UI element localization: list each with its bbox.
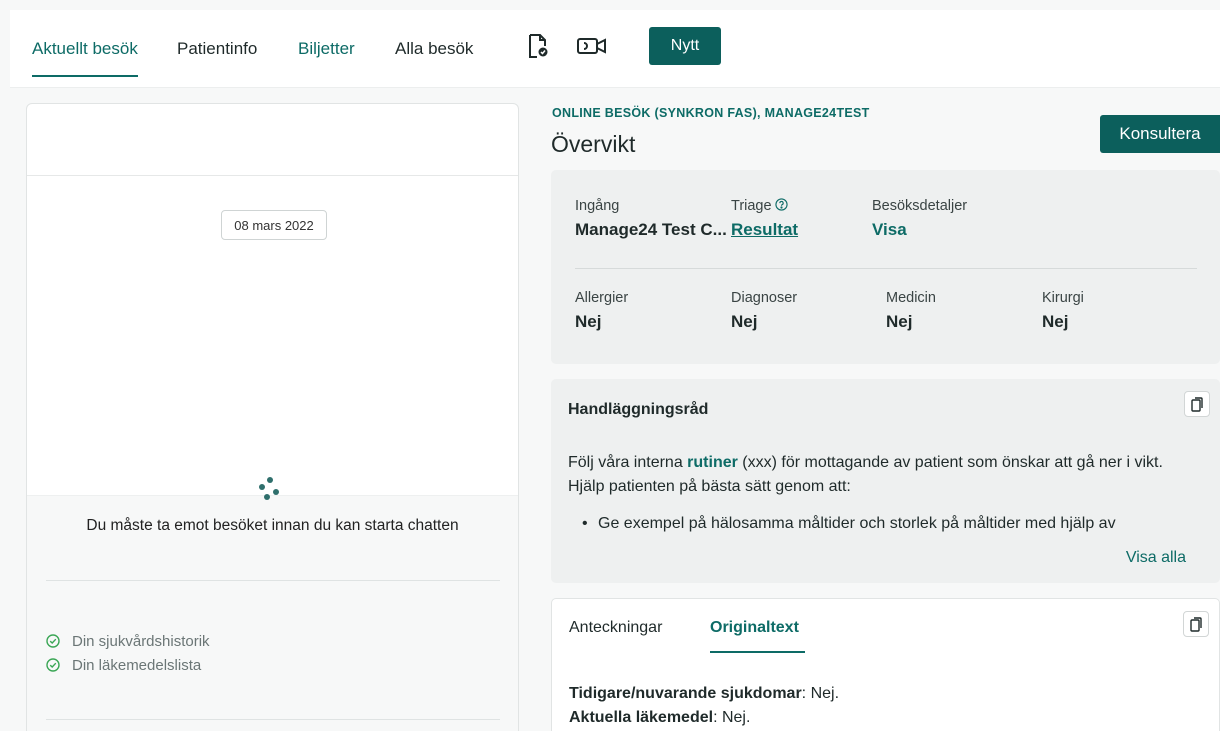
consult-button[interactable]: Konsultera — [1100, 115, 1220, 153]
info-value: Nej — [731, 312, 758, 331]
visit-info-card: Ingång Manage24 Test C... Triage Resulta… — [551, 170, 1220, 364]
info-label-text: Triage — [731, 198, 772, 214]
tab-tickets[interactable]: Biljetter — [298, 10, 355, 88]
check-circle-icon — [46, 658, 60, 672]
advice-text-part: Följ våra interna — [568, 454, 688, 471]
new-button-label: Nytt — [670, 37, 700, 54]
active-tab-indicator — [710, 651, 805, 653]
info-triage: Triage Resultat — [731, 198, 798, 240]
tab-patient-info[interactable]: Patientinfo — [177, 10, 257, 88]
checklist-item: Din läkemedelslista — [46, 653, 210, 677]
info-value: Manage24 Test C... — [575, 220, 727, 239]
divider — [575, 268, 1197, 269]
tab-label: Biljetter — [298, 39, 355, 58]
notes-line: Tidigare/nuvarande sjukdomar: Nej. — [569, 685, 839, 703]
info-visit-details: Besöksdetaljer Visa — [872, 198, 967, 240]
visit-type: ONLINE BESÖK (SYNKRON FAS), MANAGE24TEST — [552, 106, 870, 120]
info-diagnoses: Diagnoser Nej — [731, 290, 797, 332]
info-label: Diagnoser — [731, 290, 798, 306]
copy-icon[interactable] — [1184, 391, 1210, 417]
info-allergies: Allergier Nej — [575, 290, 628, 332]
divider — [46, 580, 500, 581]
tab-label: Alla besök — [395, 39, 474, 58]
chat-panel: 08 mars 2022 Du måste ta emot besöket in… — [26, 103, 519, 731]
notes-key: Aktuella läkemedel — [569, 709, 714, 726]
accept-visit-message: Du måste ta emot besöket innan du kan st… — [86, 517, 459, 534]
info-label: Triage — [731, 198, 798, 214]
info-value: Nej — [575, 312, 602, 331]
checklist-label: Din läkemedelslista — [72, 656, 202, 674]
info-label: Allergier — [575, 290, 629, 306]
notes-value: : Nej. — [801, 685, 840, 702]
routines-link[interactable]: rutiner — [687, 454, 738, 471]
document-check-icon[interactable] — [524, 32, 552, 60]
date-chip: 08 mars 2022 — [221, 210, 327, 240]
copy-icon[interactable] — [1183, 611, 1209, 637]
info-surgery: Kirurgi Nej — [1042, 290, 1084, 332]
checklist: Din sjukvårdshistorik Din läkemedelslist… — [46, 629, 210, 677]
visit-title: Övervikt — [551, 131, 636, 157]
notes-key: Tidigare/nuvarande sjukdomar — [569, 685, 802, 702]
video-camera-icon[interactable] — [575, 32, 609, 60]
divider — [46, 719, 500, 720]
info-medicine: Medicin Nej — [886, 290, 936, 332]
handling-advice-card: Handläggningsråd Följ våra interna rutin… — [551, 379, 1220, 583]
visit-details-link[interactable]: Visa — [872, 220, 967, 240]
info-value: Nej — [1042, 312, 1069, 331]
info-value: Nej — [886, 312, 913, 331]
chat-header — [27, 104, 518, 176]
tab-all-visits[interactable]: Alla besök — [395, 10, 473, 88]
notes-card: Anteckningar Originaltext Tidigare/nuvar… — [551, 598, 1220, 731]
checklist-item: Din sjukvårdshistorik — [46, 629, 210, 653]
advice-bullet: Ge exempel på hälosamma måltider och sto… — [582, 515, 1116, 533]
notes-line: Aktuella läkemedel: Nej. — [569, 709, 750, 727]
tab-label: Aktuellt besök — [32, 39, 138, 58]
info-label: Kirurgi — [1042, 290, 1084, 306]
consult-button-label: Konsultera — [1119, 124, 1201, 143]
info-entry: Ingång Manage24 Test C... — [575, 198, 727, 240]
new-button[interactable]: Nytt — [649, 27, 721, 65]
show-all-link[interactable]: Visa alla — [1126, 549, 1186, 567]
tab-current-visit[interactable]: Aktuellt besök — [32, 10, 138, 88]
tab-original-text[interactable]: Originaltext — [710, 619, 799, 637]
advice-title: Handläggningsråd — [568, 401, 709, 418]
loading-spinner-icon — [259, 477, 281, 505]
checklist-label: Din sjukvårdshistorik — [72, 632, 210, 650]
info-label: Medicin — [886, 290, 936, 306]
tab-label: Patientinfo — [177, 39, 258, 58]
info-label: Besöksdetaljer — [872, 198, 968, 214]
triage-result-link[interactable]: Resultat — [731, 220, 798, 240]
advice-text: Följ våra interna rutiner (xxx) för mott… — [568, 451, 1198, 499]
info-label: Ingång — [575, 198, 620, 214]
notes-value: : Nej. — [713, 709, 751, 726]
check-circle-icon — [46, 634, 60, 648]
tab-notes[interactable]: Anteckningar — [569, 619, 662, 637]
help-icon[interactable] — [774, 198, 788, 211]
top-navigation: Aktuellt besök Patientinfo Biljetter All… — [10, 10, 1220, 88]
